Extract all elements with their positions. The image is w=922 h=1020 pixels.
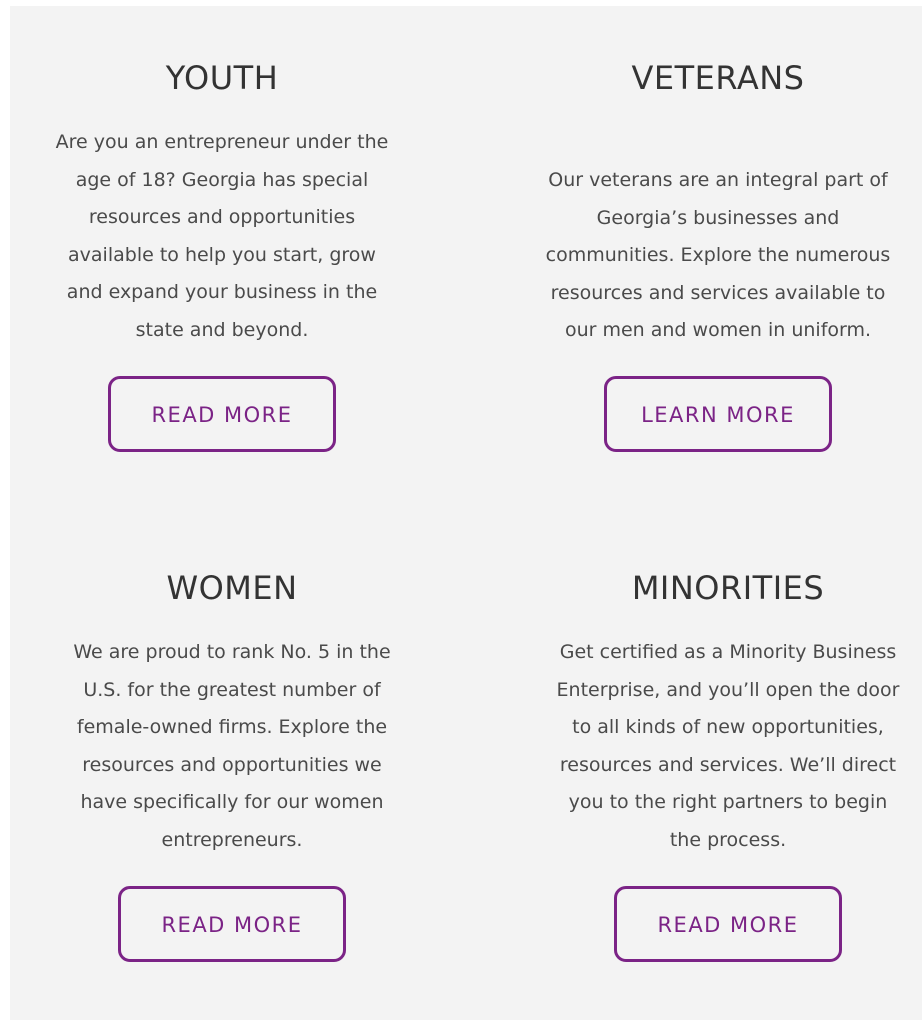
content-panel: YOUTH Are you an entrepreneur under the … [10, 6, 922, 1020]
read-more-button[interactable]: READ MORE [118, 886, 346, 962]
card-line: Enterprise, and you’ll open the door [556, 678, 900, 701]
card-veterans: VETERANS Our veterans are an integral pa… [518, 58, 918, 458]
card-line: resources and services available to [550, 281, 886, 304]
read-more-button[interactable]: READ MORE [108, 376, 336, 452]
card-line: you to the right partners to begin [568, 791, 888, 814]
card-line: to all kinds of new opportunities, [572, 716, 884, 739]
card-line: the process. [669, 828, 787, 851]
card-line: age of 18? Georgia has special [75, 168, 369, 191]
card-line: entrepreneurs. [161, 828, 303, 851]
card-line: and expand your business in the [66, 281, 378, 304]
read-more-button[interactable]: READ MORE [614, 886, 842, 962]
card-description: Are you an entrepreneur under the age of… [22, 124, 422, 350]
card-line: U.S. for the greatest number of [83, 678, 381, 701]
card-description: Get certified as a Minority Business Ent… [528, 634, 922, 860]
card-women: WOMEN We are proud to rank No. 5 in the … [32, 568, 432, 968]
card-line: Georgia’s businesses and [596, 206, 840, 229]
card-title: YOUTH [165, 59, 279, 97]
card-line: have specifically for our women [80, 791, 384, 814]
learn-more-button[interactable]: LEARN MORE [604, 376, 832, 452]
card-line: resources and opportunities we [82, 753, 382, 776]
card-line: our men and women in uniform. [564, 319, 872, 342]
card-title: WOMEN [166, 569, 298, 607]
card-line: resources and opportunities [88, 206, 356, 229]
card-line: female-owned firms. Explore the [76, 716, 388, 739]
card-line: Get certified as a Minority Business [559, 641, 897, 663]
card-title: VETERANS [631, 59, 805, 97]
card-line: state and beyond. [135, 318, 309, 341]
card-line: We are proud to rank No. 5 in the [73, 641, 391, 663]
card-minorities: MINORITIES Get certified as a Minority B… [528, 568, 922, 968]
card-line: communities. Explore the numerous [545, 244, 891, 267]
card-youth: YOUTH Are you an entrepreneur under the … [22, 58, 422, 458]
card-line: Are you an entrepreneur under the [55, 131, 389, 153]
card-line: Our veterans are an integral part of [548, 169, 888, 191]
card-line: resources and services. We’ll direct [559, 753, 897, 776]
card-description: We are proud to rank No. 5 in the U.S. f… [32, 634, 432, 860]
card-description: Our veterans are an integral part of Geo… [518, 162, 918, 350]
card-title: MINORITIES [631, 569, 825, 607]
card-line: available to help you start, grow [68, 243, 376, 266]
